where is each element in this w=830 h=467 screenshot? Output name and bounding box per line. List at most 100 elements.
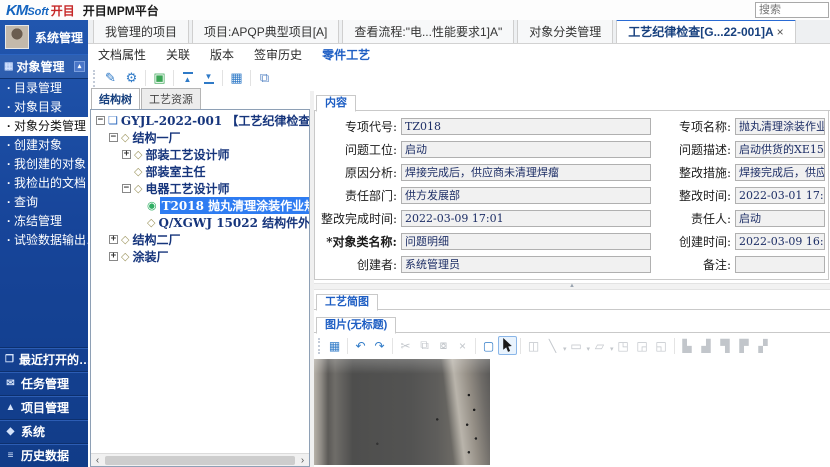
sidebar-group-history-data[interactable]: ≡历史数据 [0,443,88,467]
collapse-icon[interactable]: − [122,184,131,193]
edit-properties-icon[interactable]: ⚙ [121,68,142,88]
toolbar-grip[interactable] [93,70,95,87]
tab-view-flow[interactable]: 查看流程:"电...性能要求1]A" [342,19,514,43]
align-right-icon[interactable]: ▜ [716,336,735,355]
tab-object-classification[interactable]: 对象分类管理 [517,19,613,43]
tree-node[interactable]: ◇Q/XGWJ 15022 结构件外观质量要求 [93,214,309,231]
expand-icon[interactable]: + [122,150,131,159]
sidebar-section-object-management[interactable]: ▦ 对象管理 ▴ [0,54,88,79]
collapse-icon[interactable]: − [109,133,118,142]
rect-tool-icon[interactable]: ▭ [567,336,586,355]
sidebar-item-query[interactable]: 查询 [0,193,88,212]
field-input-responsible-department[interactable]: 供方发展部 [401,187,651,204]
align-top-icon[interactable]: ▛ [735,336,754,355]
tab-my-projects[interactable]: 我管理的项目 [93,19,189,43]
paste-icon[interactable]: ⧇ [434,336,453,355]
polygon-tool-icon[interactable]: ▱ [590,336,609,355]
tab-image-untitled[interactable]: 图片(无标题) [316,317,396,334]
tab-content[interactable]: 内容 [316,95,356,112]
line-tool-icon[interactable]: ╲ [543,336,562,355]
tab-close-icon[interactable]: × [777,25,784,39]
sidebar-item-create-object[interactable]: 创建对象 [0,136,88,155]
cut-icon[interactable]: ✂ [396,336,415,355]
scrollbar-thumb[interactable] [105,456,295,465]
field-input-object-class-name[interactable]: 问题明细 [401,233,651,250]
field-input-create-time[interactable]: 2022-03-09 16:59 [735,233,825,250]
edit-table-icon[interactable]: ▦ [226,68,247,88]
tab-project-apqp[interactable]: 项目:APQP典型项目[A] [192,19,339,43]
field-input-problem-description[interactable]: 启动供货的XE15/20车架 [735,141,825,158]
stamp-icon[interactable]: ◫ [524,336,543,355]
field-input-special-name[interactable]: 抛丸清理涂装作业规范 [735,118,825,135]
collapse-bottom-icon[interactable]: ▼ [198,68,219,88]
search-input[interactable] [755,2,829,18]
toolbar-grip[interactable] [318,338,320,354]
field-input-correction-time[interactable]: 2022-03-01 17:01 [735,187,825,204]
expand-icon[interactable]: + [109,252,118,261]
tree-node[interactable]: −◇电器工艺设计师 [93,180,309,197]
tab-structure-tree[interactable]: 结构树 [91,88,140,109]
tree-node[interactable]: ◇部装室主任 [93,163,309,180]
attachment-photo[interactable] [314,359,490,465]
copy-icon[interactable]: ⧉ [415,336,434,355]
collapse-section-icon[interactable]: ▴ [74,61,85,72]
delete-icon[interactable]: × [453,336,472,355]
sidebar-item-object-classification[interactable]: 对象分类管理 [0,117,88,136]
tree-node[interactable]: −❏GYJL-2022-001 【工艺纪律检查】 [93,112,309,129]
sidebar-item-my-created-objects[interactable]: 我创建的对象 [0,155,88,174]
sidebar-group-recently-opened[interactable]: ❒最近打开的…▾ [0,347,88,371]
cursor-icon[interactable] [498,336,517,355]
field-input-correction-finish-time[interactable]: 2022-03-09 17:01 [401,210,651,227]
redo-icon[interactable]: ↷ [370,336,389,355]
tab-process-resources[interactable]: 工艺资源 [141,88,201,109]
field-input-special-code[interactable]: TZ018 [401,118,651,135]
tab-versions[interactable]: 版本 [210,46,234,63]
field-input-cause-analysis[interactable]: 焊接完成后，供应商未清理焊瘤 [401,164,651,181]
tab-document-properties[interactable]: 文档属性 [98,46,146,63]
sidebar-item-my-checked-out-docs[interactable]: 我检出的文档 [0,174,88,193]
tree-horizontal-scrollbar[interactable]: ‹ › [91,453,309,466]
grid-icon[interactable]: ▦ [325,336,344,355]
collapse-top-icon[interactable]: ▲ [177,68,198,88]
sidebar-item-test-data-export[interactable]: 试验数据输出… [0,231,88,250]
ungroup-icon[interactable]: ◲ [633,336,652,355]
tree-node[interactable]: +◇结构二厂 [93,231,309,248]
edit-object-icon[interactable]: ✎ [100,68,121,88]
undo-icon[interactable]: ↶ [351,336,370,355]
scroll-right-icon[interactable]: › [296,455,309,466]
marquee-select-icon[interactable]: ▢ [479,336,498,355]
tab-part-process[interactable]: 零件工艺 [322,46,370,63]
align-left-icon[interactable]: ▙ [678,336,697,355]
field-input-creator[interactable]: 系统管理员 [401,256,651,273]
field-input-remarks[interactable] [735,256,825,273]
tree-node[interactable]: −◇结构一厂 [93,129,309,146]
tab-process-sketch[interactable]: 工艺简图 [316,294,378,311]
field-input-corrective-action[interactable]: 焊接完成后，供应商必 [735,164,825,181]
user-avatar[interactable] [5,25,29,49]
tab-relations[interactable]: 关联 [166,46,190,63]
align-bottom-icon[interactable]: ▞ [754,336,773,355]
collapse-up-icon[interactable]: ▲ [569,283,575,289]
tree-node[interactable]: +◇部装工艺设计师 [93,146,309,163]
tree-node[interactable]: ◉T2018 抛丸清理涂装作业规范 [93,197,309,214]
import-folder-icon[interactable]: ▣ [149,68,170,88]
tab-process-discipline-check[interactable]: 工艺纪律检查[G...22-001]A× [616,19,795,43]
group-icon[interactable]: ◳ [614,336,633,355]
sidebar-group-task-management[interactable]: ✉任务管理 [0,371,88,395]
expand-icon[interactable]: + [109,235,118,244]
sidebar-item-catalog-management[interactable]: 目录管理 [0,79,88,98]
tree-node[interactable]: +◇涂装厂 [93,248,309,265]
scroll-left-icon[interactable]: ‹ [91,455,104,466]
align-center-icon[interactable]: ▟ [697,336,716,355]
collapse-icon[interactable]: − [96,116,105,125]
field-input-problem-station[interactable]: 启动 [401,141,651,158]
sidebar-item-object-catalog[interactable]: 对象目录 [0,98,88,117]
tab-review-history[interactable]: 签审历史 [254,46,302,63]
flip-icon[interactable]: ◱ [652,336,671,355]
horizontal-splitter[interactable]: ▲ [314,283,830,290]
copy-document-icon[interactable]: ⧉ [254,68,275,88]
sidebar-group-system[interactable]: ◆系统 [0,419,88,443]
field-input-responsible-person[interactable]: 启动 [735,210,825,227]
sidebar-group-project-management[interactable]: ▲项目管理 [0,395,88,419]
sidebar-item-freeze-management[interactable]: 冻结管理 [0,212,88,231]
